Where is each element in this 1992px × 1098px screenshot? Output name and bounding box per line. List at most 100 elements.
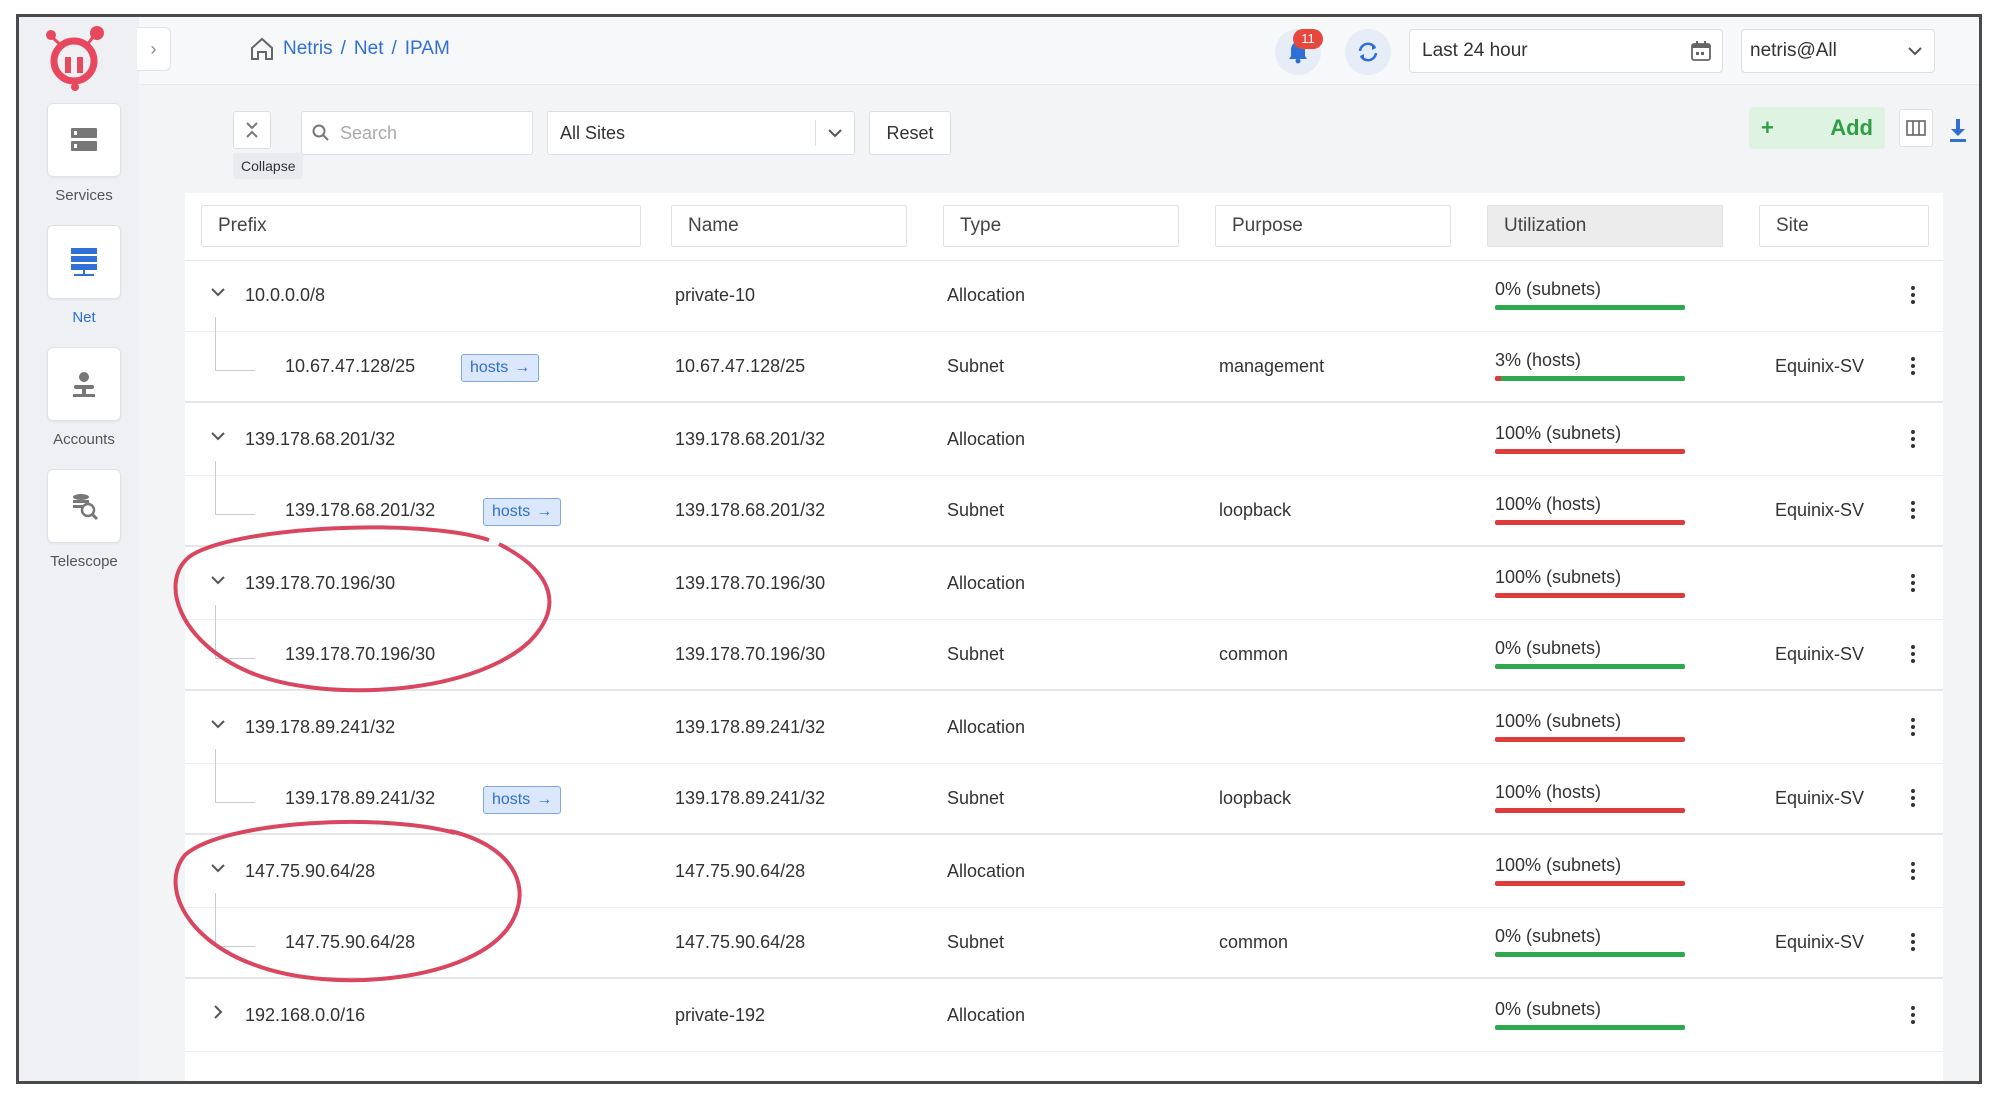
column-header-type[interactable]: Type <box>943 205 1179 247</box>
hosts-link[interactable]: hosts → <box>461 354 540 382</box>
type-cell: Subnet <box>947 356 1005 376</box>
chevron-down-icon[interactable] <box>209 859 227 877</box>
column-header-purpose[interactable]: Purpose <box>1215 205 1451 247</box>
type-cell: Allocation <box>947 285 1026 305</box>
hosts-link[interactable]: hosts → <box>483 786 562 814</box>
row-menu-button[interactable] <box>1907 786 1919 810</box>
prefix-cell[interactable]: 147.75.90.64/28 <box>245 861 375 882</box>
utilization-bar <box>1495 520 1685 525</box>
column-settings-button[interactable] <box>1899 109 1933 147</box>
sidebar-item-telescope[interactable]: Telescope <box>37 469 131 570</box>
prefix-cell[interactable]: 139.178.89.241/32 <box>245 717 395 738</box>
table-row[interactable]: 10.67.47.128/25 hosts → 10.67.47.128/25 S… <box>185 332 1943 403</box>
column-header-name[interactable]: Name <box>671 205 907 247</box>
home-icon[interactable] <box>249 37 275 61</box>
column-header-prefix[interactable]: Prefix <box>201 205 641 247</box>
prefix-cell[interactable]: 10.67.47.128/25 <box>285 356 415 377</box>
prefix-cell[interactable]: 139.178.70.196/30 <box>245 573 395 594</box>
row-menu-button[interactable] <box>1907 498 1919 522</box>
sidebar-item-accounts[interactable]: Accounts <box>37 347 131 448</box>
breadcrumb-ipam[interactable]: IPAM <box>405 38 450 60</box>
expand-sidebar-button[interactable]: › <box>137 27 171 71</box>
notification-count-badge: 11 <box>1293 29 1323 49</box>
utilization-text: 3% (hosts) <box>1495 350 1582 370</box>
prefix-cell[interactable]: 192.168.0.0/16 <box>245 1005 365 1026</box>
table-row[interactable]: 10.0.0.0/8 private-10 Allocation 0% (sub… <box>185 261 1943 332</box>
type-cell: Allocation <box>947 861 1026 881</box>
sidebar-item-net[interactable]: Net <box>37 225 131 326</box>
name-cell: 139.178.89.241/32 <box>675 717 826 737</box>
type-cell: Allocation <box>947 573 1026 593</box>
table-row[interactable]: 192.168.0.0/16 private-192 Allocation 0%… <box>185 981 1943 1052</box>
table-row[interactable]: 139.178.89.241/32 139.178.89.241/32 Allo… <box>185 693 1943 764</box>
breadcrumb-separator: / <box>391 38 397 59</box>
chevron-down-icon[interactable] <box>209 571 227 589</box>
table-row[interactable]: 139.178.70.196/30 139.178.70.196/30 Subn… <box>185 620 1943 691</box>
tree-line <box>215 370 255 371</box>
server-icon <box>47 103 121 177</box>
prefix-cell[interactable]: 139.178.68.201/32 <box>245 429 395 450</box>
row-menu-button[interactable] <box>1907 571 1919 595</box>
column-header-utilization[interactable]: Utilization <box>1487 205 1723 247</box>
time-range-value: Last 24 hour <box>1422 40 1528 61</box>
table-row[interactable]: 139.178.68.201/32 139.178.68.201/32 Allo… <box>185 405 1943 476</box>
netris-logo[interactable] <box>39 23 109 93</box>
search-input[interactable] <box>340 122 510 144</box>
row-menu-button[interactable] <box>1907 930 1919 954</box>
ipam-table: Prefix Name Type Purpose Utilization Sit… <box>185 193 1943 1081</box>
site-filter-select[interactable]: All Sites <box>547 111 855 155</box>
arrow-right-icon: → <box>536 791 553 808</box>
prefix-cell[interactable]: 139.178.70.196/30 <box>285 644 435 665</box>
type-cell: Subnet <box>947 500 1005 520</box>
utilization-text: 100% (subnets) <box>1495 567 1622 587</box>
prefix-cell[interactable]: 139.178.89.241/32 <box>285 788 435 809</box>
row-menu-button[interactable] <box>1907 1003 1919 1027</box>
name-cell: 139.178.68.201/32 <box>675 500 826 520</box>
prefix-cell[interactable]: 10.0.0.0/8 <box>245 285 325 306</box>
table-row[interactable]: 139.178.70.196/30 139.178.70.196/30 Allo… <box>185 549 1943 620</box>
utilization-text: 100% (subnets) <box>1495 711 1622 731</box>
table-row[interactable]: 147.75.90.64/28 147.75.90.64/28 Subnet c… <box>185 908 1943 979</box>
search-icon <box>312 124 329 141</box>
download-button[interactable] <box>1943 113 1973 147</box>
collapse-all-button[interactable] <box>233 111 271 149</box>
breadcrumb-netris[interactable]: Netris <box>283 38 333 60</box>
collapse-tooltip: Collapse <box>233 153 304 179</box>
table-row[interactable]: 139.178.89.241/32 hosts → 139.178.89.241/… <box>185 764 1943 835</box>
row-menu-button[interactable] <box>1907 283 1919 307</box>
reset-button[interactable]: Reset <box>869 111 951 155</box>
utilization-bar <box>1495 593 1685 598</box>
refresh-icon <box>1358 42 1378 62</box>
hosts-link[interactable]: hosts → <box>483 498 562 526</box>
row-menu-button[interactable] <box>1907 354 1919 378</box>
row-menu-button[interactable] <box>1907 859 1919 883</box>
site-cell: Equinix-SV <box>1775 932 1865 952</box>
tenant-user-select[interactable]: netris@All <box>1741 29 1935 73</box>
add-button[interactable]: + Add <box>1749 107 1885 149</box>
row-menu-button[interactable] <box>1907 642 1919 666</box>
tree-line <box>215 749 216 764</box>
chevron-down-icon[interactable] <box>209 427 227 445</box>
tree-line <box>215 908 216 946</box>
row-menu-button[interactable] <box>1907 715 1919 739</box>
sidebar: Services Net Accounts Telescope <box>19 17 139 1081</box>
table-row[interactable]: 147.75.90.64/28 147.75.90.64/28 Allocati… <box>185 837 1943 908</box>
name-cell: 147.75.90.64/28 <box>675 861 806 881</box>
column-header-site[interactable]: Site <box>1759 205 1929 247</box>
chevron-right-icon[interactable] <box>209 1003 227 1021</box>
time-range-picker[interactable]: Last 24 hour <box>1409 29 1723 73</box>
row-menu-button[interactable] <box>1907 427 1919 451</box>
sidebar-item-services[interactable]: Services <box>37 103 131 204</box>
utilization-bar <box>1495 737 1685 742</box>
refresh-button[interactable] <box>1345 29 1391 75</box>
tree-line <box>215 893 216 908</box>
chevron-down-icon[interactable] <box>209 283 227 301</box>
tenant-user-value: netris@All <box>1750 40 1837 61</box>
chevron-down-icon[interactable] <box>209 715 227 733</box>
table-row[interactable]: 139.178.68.201/32 hosts → 139.178.68.201/… <box>185 476 1943 547</box>
tree-line <box>215 802 255 803</box>
prefix-cell[interactable]: 139.178.68.201/32 <box>285 500 435 521</box>
breadcrumb-net[interactable]: Net <box>354 38 384 60</box>
name-cell: private-10 <box>675 285 756 305</box>
prefix-cell[interactable]: 147.75.90.64/28 <box>285 932 415 953</box>
